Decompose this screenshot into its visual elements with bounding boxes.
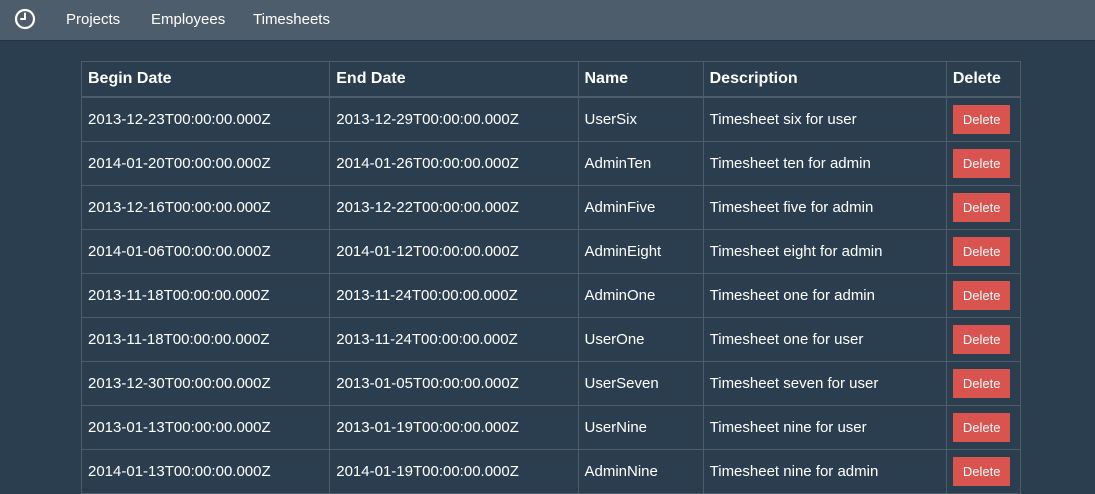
cell-begin-date: 2013-11-18T00:00:00.000Z [80,273,331,318]
delete-button[interactable]: Delete [952,325,1011,354]
cell-end-date: 2014-01-19T00:00:00.000Z [329,449,579,494]
timesheets-table-container: Begin Date End Date Name Description Del… [80,61,1022,494]
table-row: 2013-12-30T00:00:00.000Z 2013-01-05T00:0… [80,361,1022,406]
table-row: 2013-01-13T00:00:00.000Z 2013-01-19T00:0… [80,405,1022,450]
delete-button[interactable]: Delete [952,193,1011,222]
cell-begin-date: 2013-12-30T00:00:00.000Z [80,361,331,406]
cell-delete: Delete [945,449,1022,494]
nav-link-employees[interactable]: Employees [151,11,225,29]
cell-delete: Delete [945,273,1022,318]
cell-begin-date: 2013-11-18T00:00:00.000Z [80,317,331,362]
header-description: Description [702,61,947,98]
delete-button[interactable]: Delete [952,413,1011,442]
cell-description: Timesheet seven for user [702,361,947,406]
cell-description: Timesheet one for admin [702,273,947,318]
cell-name: AdminNine [577,449,704,494]
table-row: 2014-01-13T00:00:00.000Z 2014-01-19T00:0… [80,449,1022,494]
delete-button[interactable]: Delete [952,457,1011,486]
nav-link-projects[interactable]: Projects [66,11,120,29]
cell-end-date: 2013-12-29T00:00:00.000Z [329,96,579,142]
cell-description: Timesheet five for admin [702,185,947,230]
cell-name: AdminTen [577,141,704,186]
cell-delete: Delete [945,405,1022,450]
header-begin-date: Begin Date [80,61,331,98]
delete-button[interactable]: Delete [952,237,1011,266]
cell-delete: Delete [945,317,1022,362]
cell-delete: Delete [945,96,1022,142]
cell-begin-date: 2014-01-06T00:00:00.000Z [80,229,331,274]
table-header: Begin Date End Date Name Description Del… [80,61,1022,98]
cell-delete: Delete [945,141,1022,186]
delete-button[interactable]: Delete [952,105,1011,134]
cell-description: Timesheet nine for user [702,405,947,450]
cell-end-date: 2013-11-24T00:00:00.000Z [329,273,579,318]
header-row: Begin Date End Date Name Description Del… [80,61,1022,98]
cell-name: AdminFive [577,185,704,230]
table-body: 2013-12-23T00:00:00.000Z 2013-12-29T00:0… [80,96,1022,494]
header-name: Name [577,61,704,98]
cell-name: UserNine [577,405,704,450]
cell-end-date: 2013-11-24T00:00:00.000Z [329,317,579,362]
cell-name: UserSeven [577,361,704,406]
cell-end-date: 2013-01-05T00:00:00.000Z [329,361,579,406]
cell-name: AdminOne [577,273,704,318]
cell-end-date: 2014-01-12T00:00:00.000Z [329,229,579,274]
table-row: 2013-11-18T00:00:00.000Z 2013-11-24T00:0… [80,317,1022,362]
cell-begin-date: 2013-01-13T00:00:00.000Z [80,405,331,450]
cell-delete: Delete [945,361,1022,406]
cell-name: AdminEight [577,229,704,274]
cell-delete: Delete [945,229,1022,274]
cell-delete: Delete [945,185,1022,230]
table-row: 2013-12-16T00:00:00.000Z 2013-12-22T00:0… [80,185,1022,230]
cell-name: UserOne [577,317,704,362]
cell-description: Timesheet one for user [702,317,947,362]
cell-begin-date: 2014-01-13T00:00:00.000Z [80,449,331,494]
header-end-date: End Date [329,61,579,98]
header-delete: Delete [945,61,1022,98]
cell-name: UserSix [577,96,704,142]
timesheets-table: Begin Date End Date Name Description Del… [80,61,1022,494]
cell-description: Timesheet six for user [702,96,947,142]
cell-end-date: 2013-01-19T00:00:00.000Z [329,405,579,450]
cell-begin-date: 2013-12-16T00:00:00.000Z [80,185,331,230]
cell-begin-date: 2014-01-20T00:00:00.000Z [80,141,331,186]
cell-end-date: 2013-12-22T00:00:00.000Z [329,185,579,230]
clock-icon[interactable] [14,8,36,30]
cell-end-date: 2014-01-26T00:00:00.000Z [329,141,579,186]
cell-begin-date: 2013-12-23T00:00:00.000Z [80,96,331,142]
table-row: 2014-01-06T00:00:00.000Z 2014-01-12T00:0… [80,229,1022,274]
cell-description: Timesheet nine for admin [702,449,947,494]
table-row: 2014-01-20T00:00:00.000Z 2014-01-26T00:0… [80,141,1022,186]
delete-button[interactable]: Delete [952,281,1011,310]
cell-description: Timesheet eight for admin [702,229,947,274]
delete-button[interactable]: Delete [952,149,1011,178]
table-row: 2013-12-23T00:00:00.000Z 2013-12-29T00:0… [80,96,1022,142]
delete-button[interactable]: Delete [952,369,1011,398]
nav-link-timesheets[interactable]: Timesheets [253,11,330,29]
top-navbar: Projects Employees Timesheets [0,0,1095,40]
cell-description: Timesheet ten for admin [702,141,947,186]
table-row: 2013-11-18T00:00:00.000Z 2013-11-24T00:0… [80,273,1022,318]
